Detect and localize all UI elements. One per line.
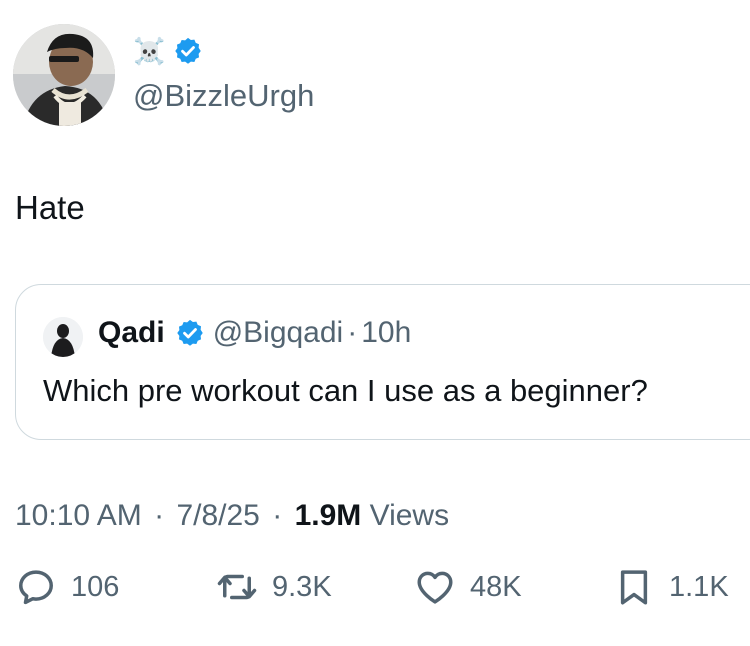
repost-icon [217, 574, 257, 600]
heart-icon [417, 571, 453, 604]
tweet-date[interactable]: 7/8/25 [176, 499, 259, 532]
reply-button[interactable]: 106 [15, 566, 119, 608]
author-display-name[interactable]: ☠️ [133, 36, 165, 66]
avatar-photo [13, 24, 115, 126]
quoted-tweet-card[interactable]: Qadi @Bigqadi · 10h Which pre workout ca… [15, 284, 750, 440]
tweet-text: Hate [15, 189, 85, 226]
quoted-timestamp[interactable]: 10h [361, 315, 411, 351]
author-name-row: ☠️ [133, 36, 203, 66]
quoted-author-avatar[interactable] [43, 317, 83, 357]
quoted-author-handle[interactable]: @Bigqadi [213, 315, 344, 351]
repost-button[interactable]: 9.3K [216, 566, 332, 608]
bookmark-button[interactable]: 1.1K [613, 566, 729, 608]
like-button[interactable]: 48K [414, 566, 522, 608]
quoted-author-name[interactable]: Qadi [98, 315, 165, 351]
reply-count: 106 [71, 571, 120, 603]
quoted-tweet-text: Which pre workout can I use as a beginne… [43, 373, 648, 408]
author-avatar[interactable] [13, 24, 115, 126]
repost-count: 9.3K [272, 571, 332, 603]
reply-icon [19, 570, 53, 605]
views-label: Views [369, 499, 450, 532]
bookmark-count: 1.1K [669, 571, 729, 603]
like-count: 48K [470, 571, 522, 603]
quoted-header: Qadi @Bigqadi · 10h [98, 315, 411, 351]
bookmark-icon [620, 570, 648, 605]
quoted-separator: · [347, 316, 358, 349]
views-count: 1.9M [294, 499, 362, 532]
tweet-time[interactable]: 10:10 AM [15, 499, 142, 532]
quoted-verified-badge-icon [176, 319, 203, 346]
quoted-avatar-photo [43, 317, 83, 357]
tweet-meta: 10:10 AM · 7/8/25 · 1.9M Views [15, 498, 449, 534]
meta-separator: · [154, 499, 165, 532]
verified-badge-icon [175, 37, 202, 64]
author-handle[interactable]: @BizzleUrgh [133, 78, 314, 114]
meta-separator: · [272, 499, 283, 532]
